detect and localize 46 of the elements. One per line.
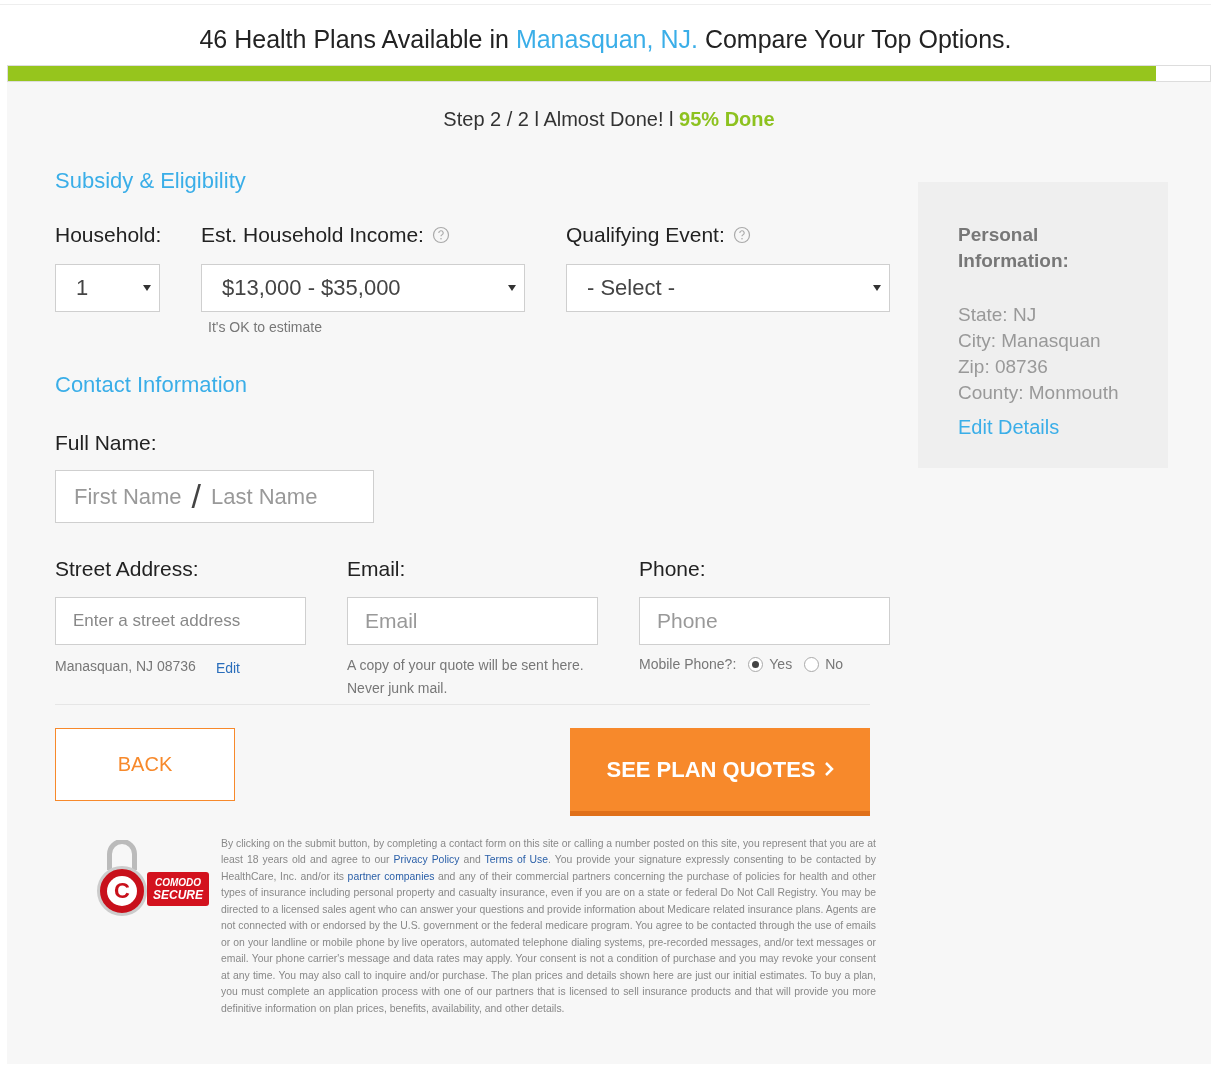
disclaimer-link[interactable]: Privacy Policy [393, 854, 460, 865]
padlock-shackle-icon [107, 839, 137, 870]
info-line: Zip: 08736 [958, 355, 1049, 379]
field-label: Est. Household Income: [201, 222, 424, 248]
mobile-phone-label: Mobile Phone?: [639, 654, 737, 674]
step-indicator: Step 2 / 2 l Almost Done! l 95% Done [442, 107, 776, 132]
full-name-field[interactable]: First Name / Last Name [55, 470, 374, 523]
field-label: Phone: [639, 556, 707, 582]
help-icon [431, 225, 450, 244]
help-icon [732, 225, 751, 244]
radio-button[interactable] [748, 656, 764, 672]
section-title: Contact Information [55, 370, 248, 399]
info-line: State: NJ [958, 303, 1038, 327]
panel-title: Personal Information: [958, 223, 1070, 273]
badge-text: SECURE [153, 888, 203, 902]
info-line: County: Monmouth [958, 381, 1120, 405]
street-address-field[interactable]: Enter a street address [55, 596, 306, 645]
household-select[interactable]: 1 [55, 263, 160, 312]
field-label: Household: [55, 222, 163, 248]
caret-icon [508, 284, 516, 291]
section-title: Subsidy & Eligibility [55, 167, 247, 195]
chevron-right-icon [823, 761, 834, 777]
disclaimer-text: By clicking on the submit button, by completing a contact form on this site or calling a number posted on this site, you represent that you are at least 18 years old and agree to our Privacy Policy and Terms of Use. You provide your signature expressly consenting to be contacted by HealthCare, Inc. and/or its partner companies and any of their commercial partners concerning the purchase of policies for health and other types of insurance including personal property and casualty insurance, even if you are on a state or federal Do Not Call Registry. You may be directed to a licensed sales agent who can answer your questions and provide information about Medicare related insurance plans. Agents are not connected with or endorsed by the U.S. government or the federal medicare program. You agree to be contacted through the use of emails or on your landline or mobile phone by live operators, automated telephone dialing systems, pre-recorded messages, and/or text messages or email. Your phone carrier's message and data rates may apply. Your consent is not a condition of purchase and you may revoke your consent at any time. You may also call to inquire and/or purchase. The plan prices and details shown here are just our initial estimates. To buy a plan, you must complete an application process with one of our partners that is licensed to sell insurance products and that will provide you more definitive information on plan prices, benefits, availability, and other details. [221, 836, 876, 1016]
caret-icon [143, 284, 151, 291]
badge-letter: C [107, 875, 137, 906]
caret-icon [873, 284, 881, 291]
event-select[interactable]: - Select - [566, 263, 890, 312]
field-label: Qualifying Event: [566, 222, 725, 248]
income-select[interactable]: $13,000 - $35,000 [201, 263, 525, 312]
field-hint: A copy of your quote will be sent here. Never junk mail. [347, 655, 585, 698]
badge-text: COMODO [154, 875, 202, 889]
info-line: City: Manasquan [958, 329, 1102, 353]
radio-label: No [825, 654, 844, 674]
field-label: Street Address: [55, 556, 200, 582]
field-label: Full Name: [55, 429, 158, 456]
email-field[interactable]: Email [347, 596, 598, 645]
field-hint: It's OK to estimate [208, 317, 323, 337]
address-location: Manasquan, NJ 08736 [55, 656, 196, 676]
radio-button[interactable] [804, 656, 820, 672]
disclaimer-link[interactable]: Terms of Use [484, 854, 549, 865]
disclaimer-link[interactable]: partner companies [347, 870, 435, 882]
phone-field[interactable]: Phone [639, 596, 890, 645]
field-label: Email: [347, 556, 407, 582]
page-heading: 46 Health Plans Available in Manasquan, NJ. Compare Your Top Options. [198, 24, 1013, 55]
edit-link[interactable]: Edit [215, 657, 240, 679]
radio-label: Yes [769, 654, 793, 674]
